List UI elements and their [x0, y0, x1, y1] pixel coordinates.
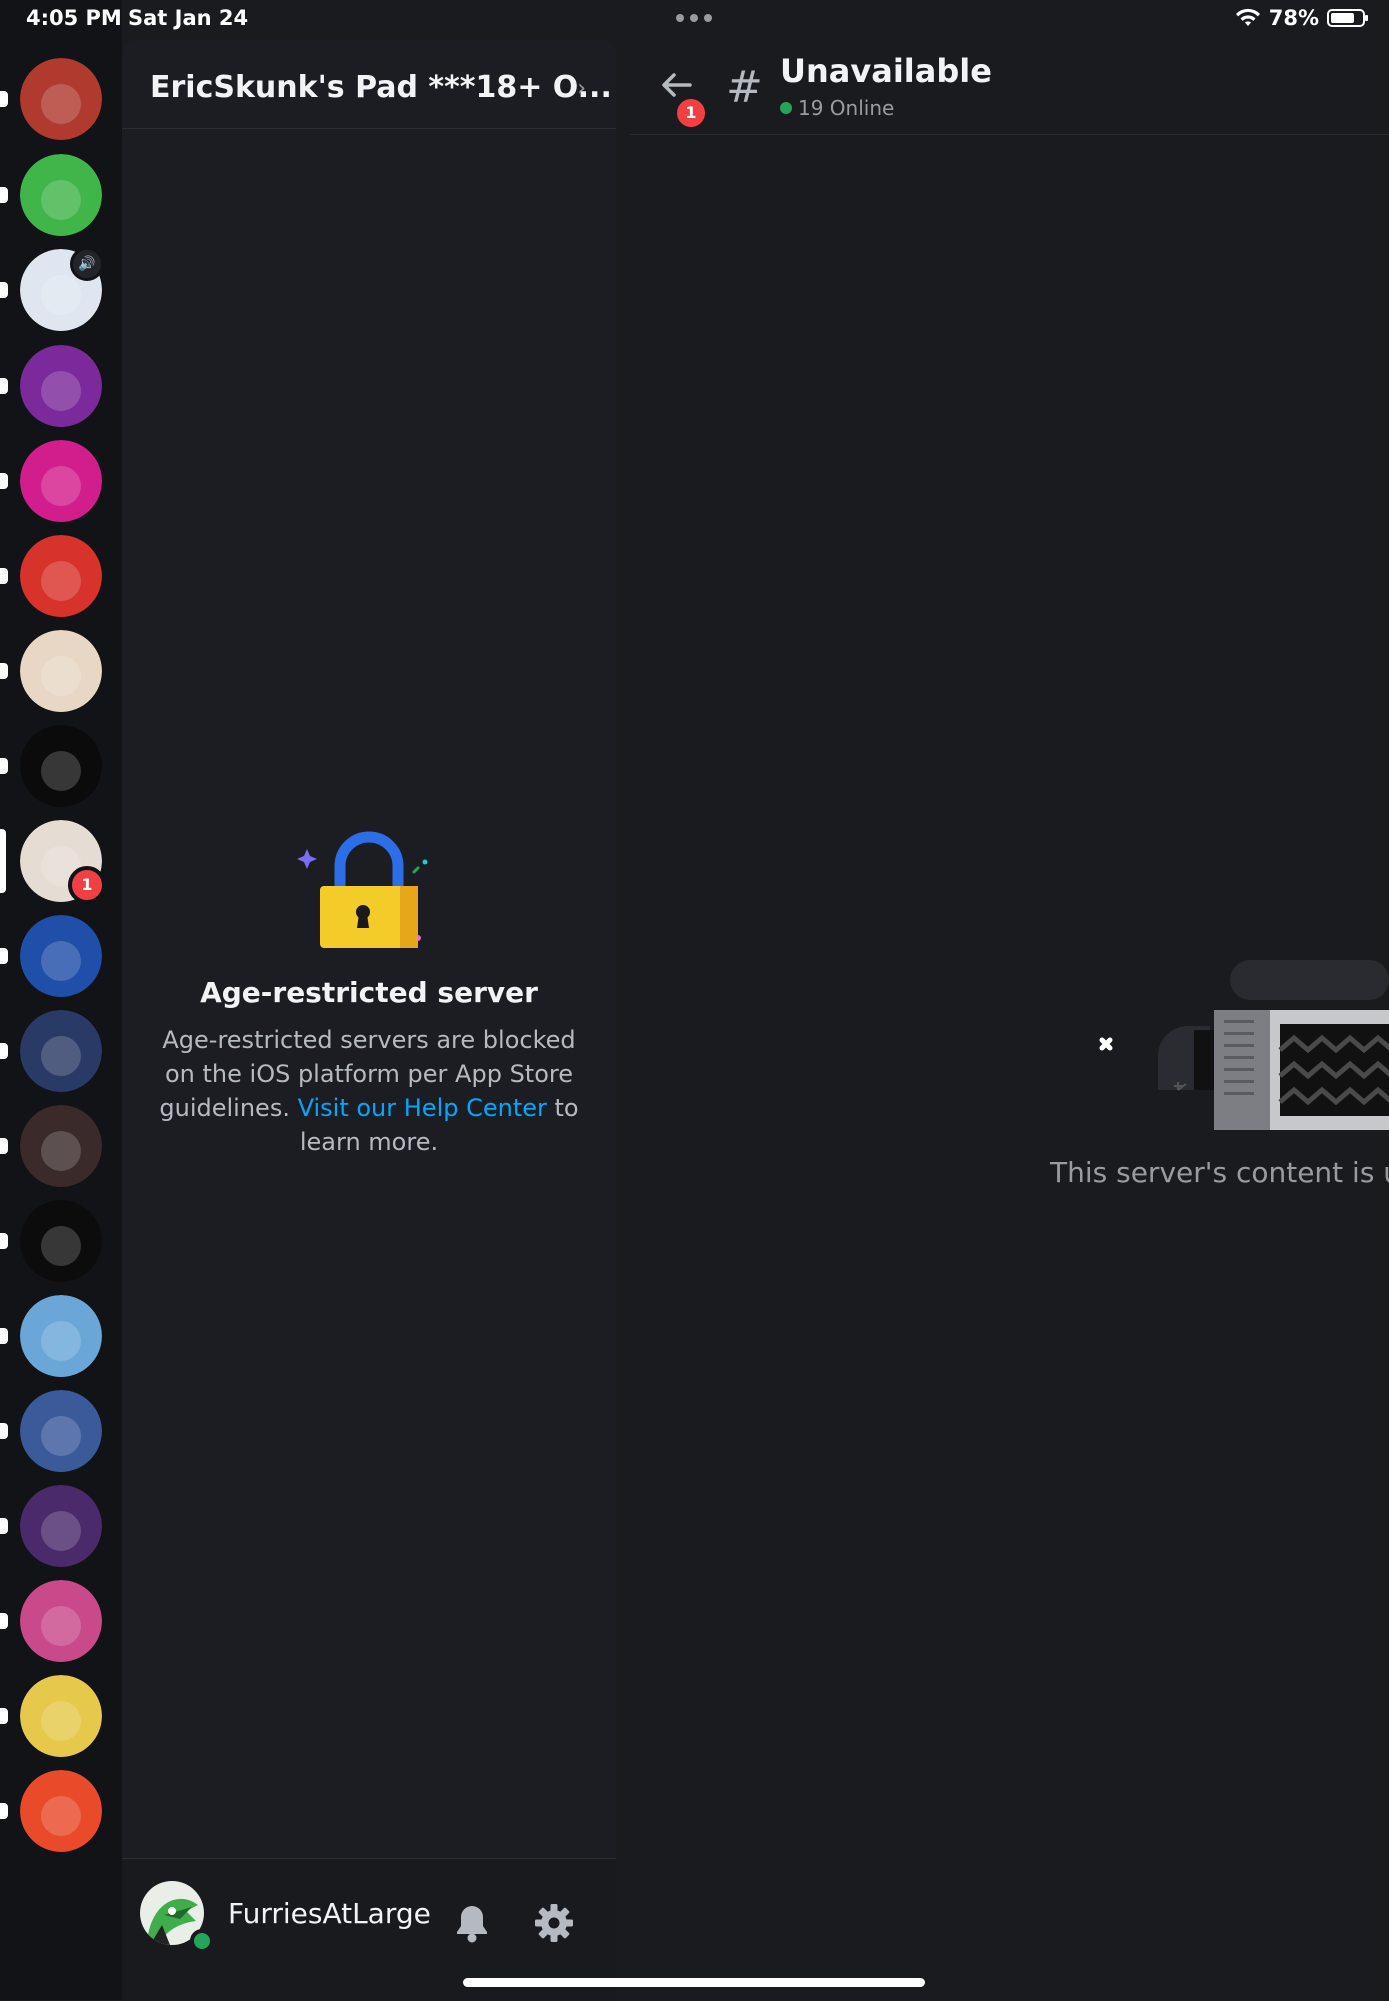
- unread-indicator: [0, 1138, 8, 1154]
- unavailable-illustration: [1099, 960, 1389, 1130]
- mention-badge: 1: [68, 866, 106, 904]
- unread-indicator: [0, 1708, 8, 1724]
- age-restricted-title: Age-restricted server: [200, 976, 538, 1009]
- server-name[interactable]: EricSkunk's Pad ***18+ O...: [150, 70, 612, 105]
- server-item[interactable]: [0, 1390, 102, 1472]
- server-item[interactable]: [0, 154, 102, 236]
- status-indicators: 78%: [1235, 6, 1368, 30]
- status-time: 4:05 PM: [26, 6, 122, 30]
- unread-indicator: [0, 1233, 8, 1249]
- server-item[interactable]: [0, 725, 102, 807]
- server-avatar-pink-heart: [20, 345, 102, 427]
- server-avatar-red-creature: [20, 58, 102, 140]
- selected-indicator: [0, 829, 6, 893]
- status-bar: 4:05 PM Sat Jan 24 78%: [0, 0, 1389, 40]
- username[interactable]: FurriesAtLarge: [228, 1897, 431, 1930]
- unread-badge: 1: [674, 96, 708, 130]
- server-avatar-green-croc: [20, 630, 102, 712]
- channel-title: Unavailable: [780, 52, 992, 90]
- unread-indicator: [0, 948, 8, 964]
- server-avatar-purple-city: [20, 1485, 102, 1567]
- help-center-link[interactable]: Visit our Help Center: [298, 1094, 547, 1122]
- server-item[interactable]: [0, 535, 102, 617]
- status-date: Sat Jan 24: [128, 6, 249, 30]
- unread-indicator: [0, 473, 8, 489]
- channel-panel: EricSkunk's Pad ***18+ O... › Age-restri…: [122, 40, 616, 2001]
- server-item[interactable]: [0, 915, 102, 997]
- unread-indicator: [0, 1518, 8, 1534]
- speaker-icon: 🔊: [70, 247, 104, 281]
- server-item[interactable]: [0, 58, 102, 140]
- server-avatar-pink-wolf: [20, 440, 102, 522]
- battery-icon: [1327, 9, 1368, 27]
- bell-icon[interactable]: [454, 1903, 490, 1943]
- server-avatar-rainbow-paw: [20, 1770, 102, 1852]
- server-avatar-orange-fox: [20, 154, 102, 236]
- server-item[interactable]: 1: [0, 820, 106, 904]
- unread-indicator: [0, 187, 8, 203]
- server-item[interactable]: [0, 1295, 102, 1377]
- online-count-text: 19 Online: [798, 96, 895, 120]
- server-avatar-fox-heart: [20, 1580, 102, 1662]
- online-status-icon: [190, 1929, 214, 1953]
- server-item[interactable]: [0, 1675, 102, 1757]
- server-avatar-fox-sky: [20, 1295, 102, 1377]
- unread-indicator: [0, 663, 8, 679]
- unread-indicator: [0, 1613, 8, 1629]
- server-avatar-blue-paw: [20, 915, 102, 997]
- server-item[interactable]: [0, 440, 102, 522]
- age-restricted-description: Age-restricted servers are blocked on th…: [158, 1023, 580, 1159]
- unread-indicator: [0, 758, 8, 774]
- unread-indicator: [0, 282, 8, 298]
- server-item[interactable]: [0, 630, 102, 712]
- main-content: 1 # Unavailable 19 Online This server's …: [630, 40, 1389, 2000]
- server-avatar-snow-forest: [20, 1390, 102, 1472]
- chevron-right-icon[interactable]: ›: [577, 76, 586, 101]
- server-avatar-red-lion: [20, 535, 102, 617]
- server-item[interactable]: [0, 1200, 102, 1282]
- server-item[interactable]: [0, 1485, 102, 1567]
- battery-percentage: 78%: [1268, 6, 1319, 30]
- unread-indicator: [0, 568, 8, 584]
- online-count: 19 Online: [780, 96, 894, 120]
- unread-indicator: [0, 378, 8, 394]
- multitasking-dots-icon[interactable]: [676, 14, 712, 22]
- gear-icon[interactable]: [534, 1903, 574, 1943]
- online-dot-icon: [780, 102, 792, 114]
- channel-header: 1 # Unavailable 19 Online: [630, 40, 1389, 135]
- home-indicator[interactable]: [463, 1978, 925, 1987]
- server-header[interactable]: EricSkunk's Pad ***18+ O... ›: [122, 40, 616, 129]
- unread-indicator: [0, 1043, 8, 1059]
- unread-indicator: [0, 1328, 8, 1344]
- server-item[interactable]: [0, 1010, 102, 1092]
- server-item[interactable]: [0, 1105, 102, 1187]
- hashtag-icon: #: [726, 62, 763, 113]
- server-item[interactable]: [0, 1770, 102, 1852]
- server-list: 🔊 1: [0, 0, 122, 2000]
- unavailable-message: This server's content is un: [1050, 1156, 1389, 1189]
- unread-indicator: [0, 1803, 8, 1819]
- unread-indicator: [0, 1423, 8, 1439]
- server-item[interactable]: [0, 1580, 102, 1662]
- age-restricted-notice: Age-restricted server Age-restricted ser…: [122, 830, 616, 1159]
- server-avatar-fat-furs: [20, 1105, 102, 1187]
- server-avatar-bear-hat: [20, 1200, 102, 1282]
- server-item[interactable]: [0, 345, 102, 427]
- wifi-icon: [1235, 8, 1260, 26]
- server-avatar-gold-crown: [20, 1675, 102, 1757]
- server-avatar-white-wolf: [20, 725, 102, 807]
- server-avatar-blue-heart-wolf: [20, 1010, 102, 1092]
- unread-indicator: [0, 91, 8, 107]
- padlock-icon: [297, 831, 428, 948]
- server-item[interactable]: 🔊: [0, 247, 104, 331]
